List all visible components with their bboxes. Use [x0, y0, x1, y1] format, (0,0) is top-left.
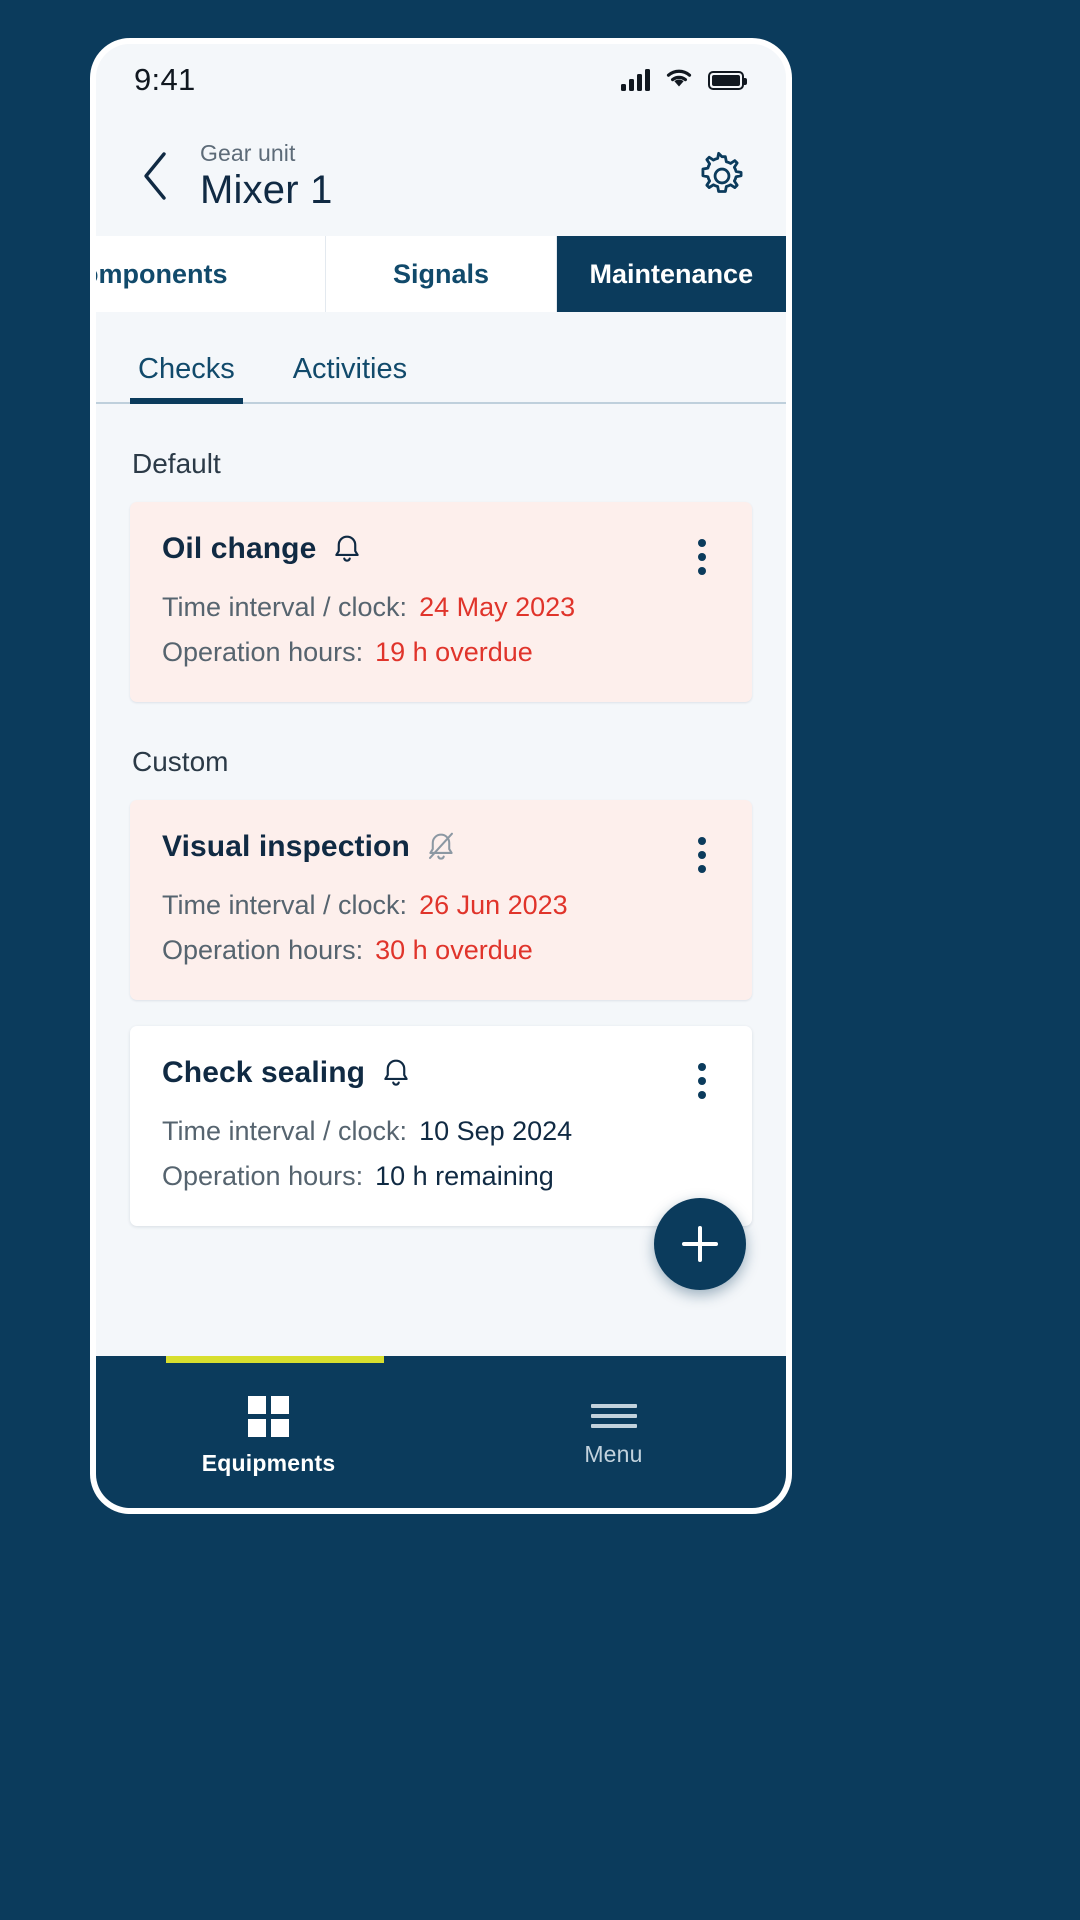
tab-signals[interactable]: Signals — [326, 236, 557, 312]
check-card-check-sealing[interactable]: Check sealing Time interval / clock: 10 … — [130, 1026, 752, 1226]
grid-icon — [248, 1395, 289, 1437]
cellular-signal-icon — [621, 69, 650, 91]
kebab-menu-icon[interactable] — [680, 1054, 724, 1108]
settings-button[interactable] — [692, 146, 752, 206]
row-value: 26 Jun 2023 — [419, 890, 568, 920]
row-label: Time interval / clock: — [162, 890, 408, 920]
tab-maintenance-label: Maintenance — [589, 258, 754, 289]
card-header: Oil change — [162, 532, 720, 566]
card-row: Time interval / clock: 10 Sep 2024 — [162, 1116, 720, 1147]
card-row: Time interval / clock: 24 May 2023 — [162, 592, 720, 623]
nav-item-label: Equipments — [201, 1449, 336, 1476]
card-row: Operation hours: 30 h overdue — [162, 935, 720, 966]
check-card-visual-inspection[interactable]: Visual inspection Time interval / clock:… — [130, 800, 752, 1000]
bell-icon — [381, 1057, 411, 1089]
row-value: 24 May 2023 — [419, 592, 576, 622]
card-row: Operation hours: 10 h remaining — [162, 1161, 720, 1192]
group-label-default: Default — [132, 448, 221, 479]
card-row: Time interval / clock: 26 Jun 2023 — [162, 890, 720, 921]
title-block: Gear unit Mixer 1 — [200, 140, 674, 213]
breadcrumb-eyebrow: Gear unit — [200, 139, 296, 166]
status-bar: 9:41 — [96, 44, 786, 116]
add-check-fab[interactable] — [654, 1198, 746, 1290]
card-title: Check sealing — [162, 1056, 366, 1089]
card-row: Operation hours: 19 h overdue — [162, 637, 720, 668]
back-button[interactable] — [130, 144, 182, 208]
card-header: Check sealing — [162, 1056, 720, 1090]
bell-off-icon — [426, 831, 456, 863]
hamburger-icon — [590, 1404, 637, 1428]
row-value: 30 h overdue — [375, 935, 533, 965]
tab-maintenance[interactable]: Maintenance — [556, 236, 786, 312]
app-bar: Gear unit Mixer 1 — [96, 116, 786, 236]
kebab-menu-icon[interactable] — [680, 530, 724, 584]
status-time: 9:41 — [134, 62, 196, 97]
main-tab-bar: omponents Signals Maintenance — [96, 236, 786, 312]
wifi-icon — [663, 66, 695, 95]
bottom-navigation: Equipments Menu — [96, 1356, 786, 1508]
nav-item-equipments[interactable]: Equipments — [96, 1388, 441, 1477]
row-value: 19 h overdue — [375, 637, 533, 667]
group-label-custom: Custom — [132, 746, 229, 777]
row-label: Operation hours: — [162, 637, 364, 667]
row-label: Operation hours: — [162, 935, 364, 965]
row-value: 10 Sep 2024 — [419, 1116, 573, 1146]
status-icons — [621, 66, 747, 95]
app-screen: 9:41 Gear unit Mixer 1 omponents Signals… — [96, 44, 786, 1508]
tab-components-label: omponents — [96, 258, 228, 289]
row-label: Time interval / clock: — [162, 592, 408, 622]
chevron-left-icon — [144, 152, 166, 200]
checks-list[interactable]: Default Oil change Time interval / clock… — [96, 404, 786, 1356]
tab-signals-label: Signals — [392, 258, 489, 289]
tab-components[interactable]: omponents — [96, 236, 327, 312]
check-card-oil-change[interactable]: Oil change Time interval / clock: 24 May… — [130, 502, 752, 702]
kebab-menu-icon[interactable] — [680, 828, 724, 882]
row-label: Time interval / clock: — [162, 1116, 408, 1146]
row-label: Operation hours: — [162, 1161, 364, 1191]
bell-icon — [332, 533, 362, 565]
nav-active-accent — [166, 1356, 384, 1363]
page-title: Mixer 1 — [200, 167, 333, 212]
card-header: Visual inspection — [162, 830, 720, 864]
subtab-checks[interactable]: Checks — [130, 353, 243, 404]
sub-tab-bar: Checks Activities — [96, 312, 786, 404]
gear-icon — [701, 151, 743, 193]
phone-frame: 9:41 Gear unit Mixer 1 omponents Signals… — [96, 44, 786, 1508]
battery-full-icon — [708, 70, 747, 90]
card-title: Oil change — [162, 532, 317, 565]
nav-item-label: Menu — [584, 1441, 643, 1467]
nav-item-menu[interactable]: Menu — [441, 1396, 786, 1468]
row-value: 10 h remaining — [375, 1161, 554, 1191]
card-title: Visual inspection — [162, 830, 410, 863]
subtab-activities[interactable]: Activities — [285, 353, 415, 402]
